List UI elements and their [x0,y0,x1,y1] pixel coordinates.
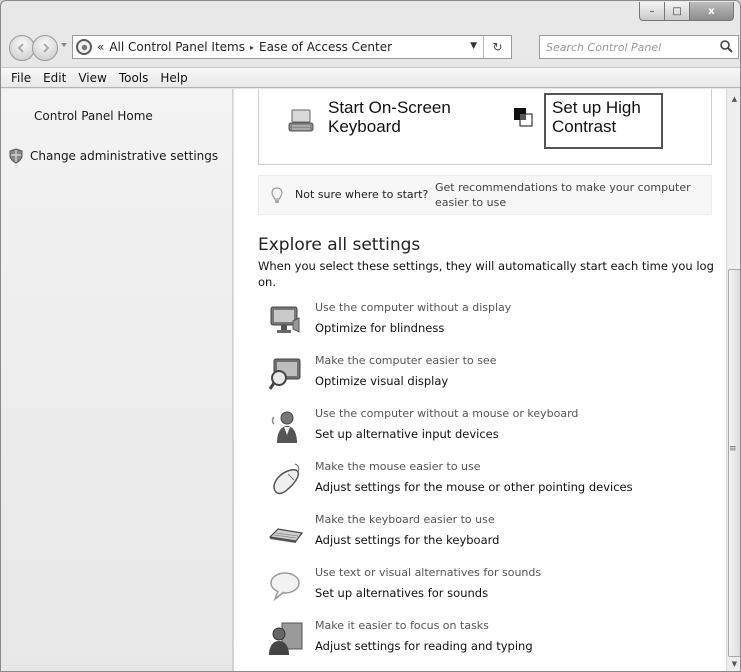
setting-alternative-input-description: Use the computer without a mouse or keyb… [315,407,579,420]
set-up-alternative-input-link[interactable]: Set up alternative input devices [315,427,499,441]
explore-all-settings-heading: Explore all settings [258,235,421,255]
monitor-speaker-icon [270,306,300,333]
explore-description-line1: When you select these settings, they wil… [258,259,714,273]
forward-arrow-icon [43,43,50,53]
get-recommendations-line2: easier to use [435,196,507,209]
keyboard-label-line1: Start On-Screen [328,98,451,117]
address-dropdown-icon[interactable]: ▼ [470,41,477,51]
setting-keyboard-description: Make the keyboard easier to use [315,513,495,526]
get-recommendations-line1: Get recommendations to make your compute… [435,181,691,194]
setting-sounds-description: Use text or visual alternatives for soun… [315,566,542,579]
setting-alternative-input[interactable]: Use the computer without a mouse or keyb… [268,407,718,451]
chevron-down-icon [61,43,67,47]
address-overflow-button[interactable]: « [97,40,104,54]
setting-mouse[interactable]: Make the mouse easier to use Adjust sett… [268,460,718,504]
refresh-button[interactable]: ↻ [483,36,511,58]
magnifier-monitor-icon [268,358,301,390]
adjust-keyboard-settings-link[interactable]: Adjust settings for the keyboard [315,533,499,547]
get-recommendations-link[interactable]: Get recommendations to make your compute… [435,180,711,210]
high-contrast-label-line2: Contrast [552,117,617,136]
search-input[interactable] [546,40,716,54]
explore-description-line2: on. [258,275,276,289]
menu-view[interactable]: View [72,71,112,85]
start-on-screen-keyboard-button[interactable]: Start On-Screen Keyboard [287,98,451,136]
scrollbar-grip-icon: ≡ [729,444,737,454]
setting-visual-display[interactable]: Make the computer easier to see Optimize… [268,354,718,398]
focus-people-icon [269,622,303,655]
optimize-for-blindness-link[interactable]: Optimize for blindness [315,321,444,335]
breadcrumb-separator-icon[interactable]: ▸ [250,43,254,52]
setting-mouse-description: Make the mouse easier to use [315,460,481,473]
minimize-button[interactable]: – [639,2,665,21]
on-screen-keyboard-icon [288,109,314,132]
mouse-icon [273,463,300,495]
setting-focus-tasks[interactable]: Make it easier to focus on tasks Adjust … [268,619,718,663]
lightbulb-icon [271,187,283,203]
search-icon[interactable] [719,39,734,58]
control-panel-icon [76,39,92,55]
scroll-up-arrow-icon[interactable]: ▲ [727,91,740,106]
high-contrast-label-line1: Set up High [552,98,641,117]
menu-file[interactable]: File [5,71,37,85]
set-up-sound-alternatives-link[interactable]: Set up alternatives for sounds [315,586,488,600]
quick-access-panel: Start On-Screen Keyboard Set up High Con… [258,89,712,165]
scrollbar-thumb[interactable] [728,269,740,657]
breadcrumb-ease-of-access-center[interactable]: Ease of Access Center [259,40,392,54]
tip-question: Not sure where to start? [295,188,429,201]
setting-focus-tasks-description: Make it easier to focus on tasks [315,619,489,632]
keyboard-icon [268,528,304,543]
change-admin-settings-link[interactable]: Change administrative settings [8,148,218,164]
address-bar[interactable]: « All Control Panel Items ▸ Ease of Acce… [72,35,512,59]
shield-icon [9,148,23,164]
recent-pages-button[interactable] [60,41,68,51]
setting-blindness[interactable]: Use the computer without a display Optim… [268,301,718,345]
control-panel-home-link[interactable]: Control Panel Home [34,109,153,123]
vertical-scrollbar[interactable]: ▲ ≡ ▼ [726,89,740,671]
forward-button[interactable] [32,35,58,61]
setting-sounds[interactable]: Use text or visual alternatives for soun… [268,566,718,610]
setting-blindness-description: Use the computer without a display [315,301,512,314]
search-box[interactable] [539,35,739,59]
breadcrumb-all-control-panel-items[interactable]: All Control Panel Items [109,40,245,54]
close-button[interactable]: x [690,2,734,21]
keyboard-label-line2: Keyboard [328,117,401,136]
setting-visual-display-description: Make the computer easier to see [315,354,497,367]
explore-description: When you select these settings, they wil… [258,258,718,290]
left-navigation-pane: Control Panel Home Change administrative… [1,89,233,671]
optimize-visual-display-link[interactable]: Optimize visual display [315,374,448,388]
adjust-reading-typing-link[interactable]: Adjust settings for reading and typing [315,639,533,653]
high-contrast-icon [514,108,533,127]
main-content: Start On-Screen Keyboard Set up High Con… [234,89,726,671]
menu-help[interactable]: Help [154,71,193,85]
person-speech-icon [271,411,297,443]
setting-keyboard[interactable]: Make the keyboard easier to use Adjust s… [268,513,718,557]
caption-buttons: – □ x [639,2,734,21]
speech-bubble-icon [270,572,300,602]
menu-edit[interactable]: Edit [37,71,72,85]
ease-of-access-window: – □ x « All Control Panel Items ▸ Ease o… [0,0,741,672]
maximize-button[interactable]: □ [665,2,690,21]
change-admin-settings-label: Change administrative settings [30,149,219,163]
set-up-high-contrast-button[interactable]: Set up High Contrast [544,93,663,149]
back-arrow-icon [17,43,24,53]
menu-bar: File Edit View Tools Help [1,67,740,88]
adjust-mouse-settings-link[interactable]: Adjust settings for the mouse or other p… [315,480,633,494]
menu-tools[interactable]: Tools [113,71,155,85]
scroll-down-arrow-icon[interactable]: ▼ [727,656,740,671]
navigation-bar: « All Control Panel Items ▸ Ease of Acce… [9,32,739,62]
recommendation-tip: Not sure where to start? Get recommendat… [258,175,712,215]
